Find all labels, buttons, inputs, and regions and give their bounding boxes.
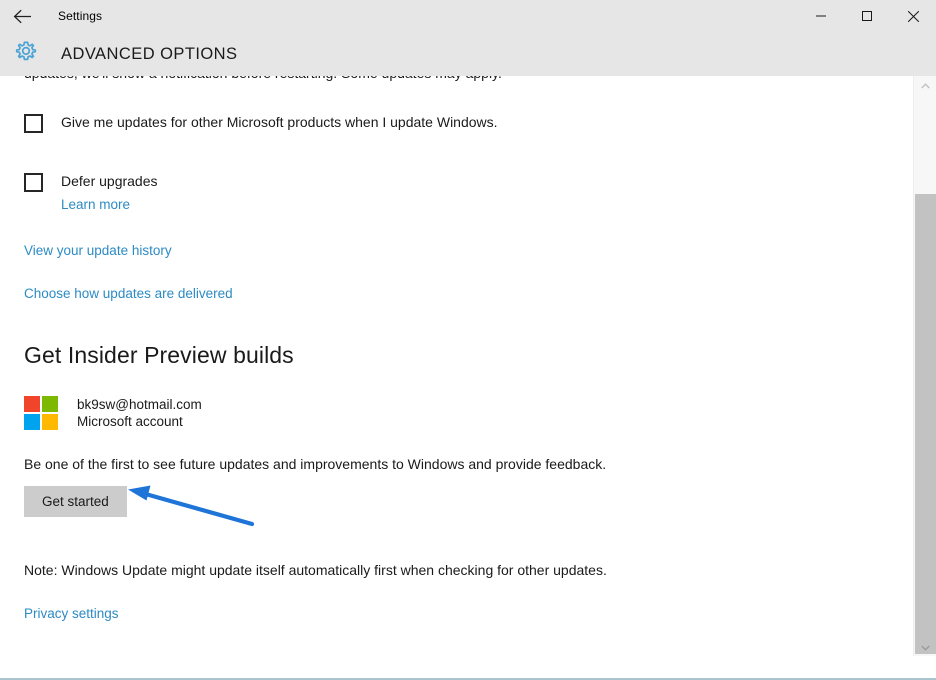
link-view-update-history[interactable]: View your update history [24, 243, 172, 258]
scrollbar-thumb[interactable] [915, 194, 936, 654]
page-header: ADVANCED OPTIONS [0, 32, 936, 76]
microsoft-logo-icon [24, 396, 58, 430]
link-row-updates-delivered: Choose how updates are delivered [24, 285, 913, 303]
account-type: Microsoft account [77, 414, 183, 429]
page-title: ADVANCED OPTIONS [61, 44, 238, 63]
maximize-icon [861, 10, 873, 22]
minimize-button[interactable] [798, 0, 844, 32]
settings-content-area: updates, we'll show a notification befor… [0, 76, 913, 656]
clipped-scroll-text: updates, we'll show a notification befor… [24, 76, 913, 84]
account-email: bk9sw@hotmail.com [77, 397, 202, 412]
scroll-down-arrow-icon [920, 638, 930, 656]
settings-window: Settings ADVANCED OPTIONS Give me update… [0, 0, 936, 680]
back-button[interactable] [0, 0, 44, 32]
get-started-button-wrapper: Get started [24, 486, 913, 517]
update-note-text: Note: Windows Update might update itself… [24, 562, 607, 578]
learn-more-wrapper: Learn more [61, 196, 913, 214]
insider-description: Be one of the first to see future update… [24, 456, 607, 472]
gear-icon-wrapper [2, 39, 50, 70]
account-text-block: bk9sw@hotmail.com Microsoft account [77, 396, 202, 430]
privacy-link-row: Privacy settings [24, 605, 913, 623]
title-bar: Settings [0, 0, 936, 32]
scrollbar-up-button[interactable] [914, 76, 936, 94]
gear-icon [13, 39, 39, 70]
checkbox-label-defer-upgrades: Defer upgrades [61, 173, 158, 189]
checkbox-other-ms-products[interactable] [24, 114, 43, 133]
microsoft-logo-square-blue [24, 414, 40, 430]
checkbox-defer-upgrades[interactable] [24, 173, 43, 192]
content-inner: updates, we'll show a notification befor… [0, 76, 913, 623]
microsoft-logo-square-green [42, 396, 58, 412]
caption-button-group [798, 0, 936, 32]
vertical-scrollbar[interactable] [913, 76, 936, 656]
microsoft-logo-square-red [24, 396, 40, 412]
back-arrow-icon [13, 9, 32, 24]
scrollbar-down-button[interactable] [914, 638, 936, 656]
section-heading-insider-preview: Get Insider Preview builds [24, 342, 294, 368]
checkbox-label-other-ms-products: Give me updates for other Microsoft prod… [61, 114, 498, 130]
microsoft-logo-square-yellow [42, 414, 58, 430]
account-row: bk9sw@hotmail.com Microsoft account [24, 396, 913, 430]
close-button[interactable] [890, 0, 936, 32]
get-started-button[interactable]: Get started [24, 486, 127, 517]
checkbox-row-other-ms-products[interactable]: Give me updates for other Microsoft prod… [24, 113, 913, 133]
link-privacy-settings[interactable]: Privacy settings [24, 606, 119, 621]
link-choose-how-updates-delivered[interactable]: Choose how updates are delivered [24, 286, 233, 301]
maximize-button[interactable] [844, 0, 890, 32]
scroll-up-arrow-icon [920, 76, 930, 94]
link-row-update-history: View your update history [24, 242, 913, 260]
app-title: Settings [58, 9, 103, 23]
minimize-icon [815, 10, 827, 22]
link-learn-more[interactable]: Learn more [61, 197, 130, 212]
checkbox-row-defer-upgrades[interactable]: Defer upgrades [24, 172, 913, 192]
close-icon [907, 10, 920, 23]
